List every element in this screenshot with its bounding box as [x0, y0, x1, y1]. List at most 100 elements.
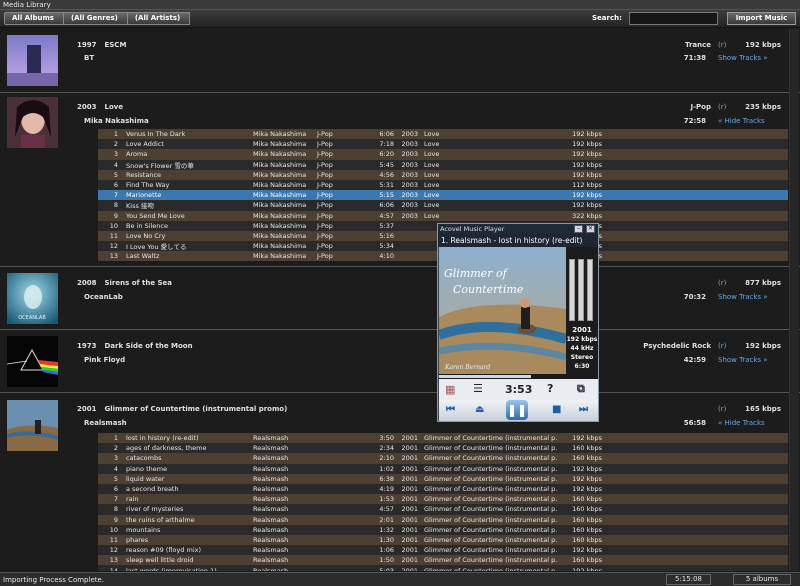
track-row[interactable]: 9 You Send Me Love Mika Nakashima J-Pop 4:57…	[98, 210, 788, 221]
track-number: 10	[109, 221, 118, 230]
album-artist[interactable]: OceanLab	[84, 293, 123, 301]
track-row[interactable]: 2 ages of darkness, theme Realsmash 2:34 200…	[98, 443, 788, 454]
track-genre: J-Pop	[317, 242, 333, 251]
import-music-button[interactable]: Import Music	[727, 12, 796, 25]
playlist-icon[interactable]: ☰	[473, 382, 483, 395]
track-row[interactable]: 1 Venus In The Dark Mika Nakashima J-Pop 6:0…	[98, 129, 788, 140]
track-row[interactable]: 3 Aroma Mika Nakashima J-Pop 6:20 2003 Love 192…	[98, 149, 788, 160]
art-title-line1: Glimmer of	[444, 267, 509, 280]
show-tracks-link[interactable]: Show Tracks »	[718, 356, 768, 364]
album-artist[interactable]: Pink Floyd	[84, 356, 125, 364]
rating-link[interactable]: (r)	[718, 41, 726, 49]
track-row[interactable]: 7 rain Realsmash 1:53 2001 Glimmer of Counter…	[98, 494, 788, 505]
show-tracks-link[interactable]: Show Tracks »	[718, 293, 768, 301]
track-album: Love	[424, 191, 440, 200]
album-escm[interactable]: 1997 ESCM BT Trance (r) 192 kbps 71:38 Sh…	[0, 29, 800, 91]
track-artist: Realsmash	[253, 464, 289, 473]
track-album: Glimmer of Countertime (instrumental p..…	[424, 515, 558, 524]
rating-link[interactable]: (r)	[718, 103, 726, 111]
track-artist: Realsmash	[253, 505, 289, 514]
volume-slider[interactable]	[578, 259, 584, 321]
eject-icon[interactable]: ⏏	[475, 404, 484, 415]
album-artist[interactable]: BT	[84, 54, 94, 62]
track-row[interactable]: 13 sleep well little droid Realsmash 1:50 20…	[98, 555, 788, 566]
track-number: 7	[113, 191, 118, 200]
track-row[interactable]: 4 piano theme Realsmash 1:02 2001 Glimmer of …	[98, 463, 788, 474]
track-row[interactable]: 12 reason #09 (floyd mix) Realsmash 1:06 200…	[98, 545, 788, 556]
album-bitrate: 877 kbps	[745, 279, 781, 287]
track-title: You Send Me Love	[126, 211, 185, 220]
track-row[interactable]: 6 Find The Way Mika Nakashima J-Pop 5:31 2003…	[98, 179, 788, 191]
track-row[interactable]: 2 Love Addict Mika Nakashima J-Pop 7:18 2003 L…	[98, 139, 788, 150]
track-row[interactable]: 5 Resistance Mika Nakashima J-Pop 4:56 2003 Lo…	[98, 169, 788, 180]
balance-slider[interactable]	[569, 259, 575, 321]
vertical-scrollbar[interactable]	[789, 29, 799, 571]
track-bitrate: 192 kbps	[572, 474, 602, 483]
album-cover-glimmer	[7, 400, 58, 451]
track-album: Glimmer of Countertime (instrumental p..…	[424, 444, 558, 453]
seek-progress	[439, 375, 532, 378]
album-love[interactable]: 2003 Love Mika Nakashima J-Pop (r) 235 kb…	[0, 93, 800, 264]
track-row[interactable]: 8 Kiss 接吻 Mika Nakashima J-Pop 6:06 2003 Love 1…	[98, 200, 788, 211]
next-icon[interactable]: ⏭	[579, 404, 588, 415]
track-artist: Mika Nakashima	[253, 201, 307, 210]
track-length: 5:15	[379, 191, 394, 200]
crumb-all-albums[interactable]: All Albums	[4, 12, 64, 25]
track-row[interactable]: 4 Snow's Flower 雪の華 Mika Nakashima J-Pop 5:4…	[98, 159, 788, 170]
rating-link[interactable]: (r)	[718, 405, 726, 413]
rating-link[interactable]: (r)	[718, 342, 726, 350]
stop-icon[interactable]: ■	[552, 404, 561, 415]
track-row[interactable]: 8 river of mysteries Realsmash 4:57 2001 Glim…	[98, 504, 788, 515]
close-button[interactable]: ✕	[586, 225, 595, 233]
track-number: 9	[113, 211, 118, 220]
track-row[interactable]: 5 liquid water Realsmash 6:38 2001 Glimmer of…	[98, 473, 788, 484]
tempo-slider[interactable]	[587, 259, 593, 321]
visualizer-icon[interactable]: ▦	[445, 383, 455, 396]
album-sirens-of-the-sea[interactable]: OCEANLAB 2008 Sirens of the Sea OceanLab …	[0, 267, 800, 329]
album-artist[interactable]: Realsmash	[84, 419, 127, 427]
track-album: Glimmer of Countertime (instrumental p..…	[424, 546, 558, 555]
crumb-all-genres[interactable]: (All Genres)	[62, 12, 128, 25]
track-row[interactable]: 9 the ruins of arthalme Realsmash 2:01 2001 G…	[98, 514, 788, 525]
track-genre: J-Pop	[317, 170, 333, 179]
rating-link[interactable]: (r)	[718, 279, 726, 287]
album-glimmer-of-countertime[interactable]: 2001 Glimmer of Countertime (instrumental…	[0, 393, 800, 571]
minimize-button[interactable]: –	[574, 225, 583, 233]
window-title: Media Library	[0, 0, 800, 10]
player-album-art: Glimmer of Countertime Karen Bernard	[439, 247, 566, 374]
now-playing-track: 1. Realsmash - lost in history (re-edit)	[438, 234, 598, 247]
hide-tracks-link[interactable]: « Hide Tracks	[718, 419, 765, 427]
track-row[interactable]: 1 lost in history (re-edit) Realsmash 3:50 2…	[98, 433, 788, 444]
track-row[interactable]: 14 last words (improvisation 1) Realsmash 5…	[98, 565, 788, 571]
track-row[interactable]: 10 mountains Realsmash 1:32 2001 Glimmer of C…	[98, 524, 788, 535]
track-row[interactable]: 11 phares Realsmash 1:30 2001 Glimmer of Coun…	[98, 534, 788, 546]
track-row[interactable]: 3 catacombs Realsmash 2:10 2001 Glimmer of Co…	[98, 453, 788, 464]
track-bitrate: 192 kbps	[572, 160, 602, 169]
track-number: 8	[113, 201, 118, 210]
album-artist[interactable]: Mika Nakashima	[84, 117, 149, 125]
show-tracks-link[interactable]: Show Tracks »	[718, 54, 768, 62]
search-input[interactable]	[629, 12, 718, 25]
library-icon[interactable]: ⧉	[577, 382, 585, 396]
pause-button[interactable]: ❚❚	[506, 400, 528, 420]
help-icon[interactable]: ?	[547, 382, 553, 395]
track-artist: Mika Nakashima	[253, 140, 307, 149]
track-genre: J-Pop	[317, 191, 333, 200]
track-number: 12	[109, 546, 118, 555]
track-year: 2003	[401, 140, 418, 149]
track-row[interactable]: 6 a second breath Realsmash 4:19 2001 Glimmer…	[98, 483, 788, 495]
track-length: 6:06	[379, 201, 394, 210]
track-genre: J-Pop	[317, 140, 333, 149]
album-dark-side-of-the-moon[interactable]: 1973 Dark Side of the Moon Pink Floyd Psy…	[0, 330, 800, 392]
track-artist: Mika Nakashima	[253, 252, 307, 261]
track-album: Glimmer of Countertime (instrumental p..…	[424, 454, 558, 463]
track-bitrate: 192 kbps	[572, 434, 602, 443]
track-row[interactable]: 7 Marionette Mika Nakashima J-Pop 5:15 2003 Lo…	[98, 190, 788, 201]
track-year: 2001	[401, 515, 418, 524]
track-number: 9	[113, 515, 118, 524]
previous-icon[interactable]: ⏮	[446, 404, 455, 415]
crumb-all-artists[interactable]: (All Artists)	[126, 12, 191, 25]
hide-tracks-link[interactable]: « Hide Tracks	[718, 117, 765, 125]
search-label: Search:	[592, 14, 622, 22]
track-length: 3:50	[379, 434, 394, 443]
